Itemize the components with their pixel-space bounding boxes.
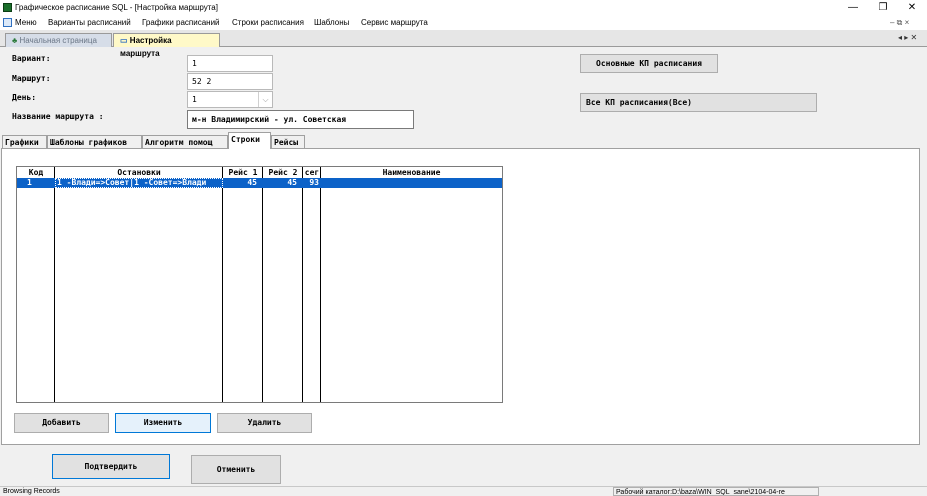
minimize-button[interactable]: — bbox=[843, 1, 863, 14]
variant-field[interactable]: 1 bbox=[187, 55, 273, 72]
tab-graphs[interactable]: Графики bbox=[2, 135, 47, 149]
document-icon[interactable] bbox=[3, 18, 12, 27]
tab-start-page-label: Начальная страница bbox=[19, 36, 97, 45]
menu-item-route-service[interactable]: Сервис маршрута bbox=[361, 18, 428, 27]
menu-item-menu[interactable]: Меню bbox=[15, 18, 37, 27]
close-button[interactable]: ✕ bbox=[902, 1, 922, 14]
grid-column-stops bbox=[55, 167, 223, 402]
status-working-dir: Рабочий каталог:D:\baza\WIN_SQL_sane\210… bbox=[613, 487, 819, 496]
tab-navigation[interactable]: ◂ ▸ ✕ bbox=[898, 33, 917, 42]
tab-trips[interactable]: Рейсы bbox=[271, 135, 305, 149]
menu-item-schedule-lines[interactable]: Строки расписания bbox=[232, 18, 304, 27]
cell-trip1: 45 bbox=[247, 178, 257, 187]
delete-button[interactable]: Удалить bbox=[217, 413, 312, 433]
grid-header-seg[interactable]: сег bbox=[303, 167, 321, 178]
edit-button[interactable]: Изменить bbox=[115, 413, 211, 433]
menu-item-schedule-variants[interactable]: Варианты расписаний bbox=[48, 18, 131, 27]
tab-route-settings-label: Настройка маршрута bbox=[120, 36, 172, 58]
cell-name bbox=[323, 178, 501, 188]
tab-start-page[interactable]: ♣ Начальная страница bbox=[5, 33, 112, 47]
tab-helper-algorithm[interactable]: Алгоритм помощ bbox=[142, 135, 228, 149]
restore-button[interactable]: ❐ bbox=[873, 1, 893, 14]
home-icon: ♣ bbox=[12, 36, 18, 45]
cancel-button[interactable]: Отменить bbox=[191, 455, 281, 484]
menu-item-schedule-graphs[interactable]: Графики расписаний bbox=[142, 18, 220, 27]
main-kp-button[interactable]: Основные КП расписания bbox=[580, 54, 718, 73]
app-icon bbox=[3, 3, 12, 12]
cell-trip2: 45 bbox=[287, 178, 297, 187]
grid-header-stops[interactable]: Остановки bbox=[55, 167, 223, 178]
grid-column-trip1 bbox=[223, 167, 263, 402]
grid-header-trip2[interactable]: Рейс 2 bbox=[263, 167, 303, 178]
route-field[interactable]: 52 2 bbox=[187, 73, 273, 90]
route-name-field[interactable]: м-н Владимирский - ул. Советская bbox=[187, 110, 414, 129]
grid-column-trip2 bbox=[263, 167, 303, 402]
grid-header-code[interactable]: Код bbox=[17, 167, 55, 178]
grid-column-seg bbox=[303, 167, 321, 402]
grid-column-code bbox=[17, 167, 55, 402]
route-label: Маршрут: bbox=[12, 74, 51, 83]
tab-route-settings[interactable]: ▭ Настройка маршрута bbox=[113, 33, 220, 58]
all-kp-button[interactable]: Все КП расписания(Все) bbox=[580, 93, 817, 112]
chevron-down-icon[interactable]: ⌵ bbox=[258, 92, 272, 107]
route-name-label: Название маршрута : bbox=[12, 112, 104, 121]
lines-grid[interactable]: Код Остановки Рейс 1 Рейс 2 сег Наименов… bbox=[16, 166, 503, 403]
window-title: Графическое расписание SQL - [Настройка … bbox=[15, 3, 218, 12]
cell-seg: 93 bbox=[309, 178, 319, 187]
add-button[interactable]: Добавить bbox=[14, 413, 109, 433]
menu-item-templates[interactable]: Шаблоны bbox=[314, 18, 349, 27]
grid-header-trip1[interactable]: Рейс 1 bbox=[223, 167, 263, 178]
day-label: День: bbox=[12, 93, 37, 102]
grid-header-name[interactable]: Наименование bbox=[321, 167, 502, 178]
menu-bar bbox=[0, 16, 927, 30]
status-mode: Browsing Records bbox=[3, 488, 60, 495]
window-icon: ▭ bbox=[120, 36, 128, 45]
cell-code: 1 bbox=[27, 178, 32, 187]
mdi-window-controls[interactable]: – ⧉ × bbox=[890, 18, 909, 28]
confirm-button[interactable]: Подтвердить bbox=[52, 454, 170, 479]
cell-focus-rect bbox=[55, 178, 223, 188]
tab-graph-templates[interactable]: Шаблоны графиков bbox=[47, 135, 142, 149]
tab-lines[interactable]: Строки bbox=[228, 132, 271, 149]
variant-label: Вариант: bbox=[12, 54, 51, 63]
